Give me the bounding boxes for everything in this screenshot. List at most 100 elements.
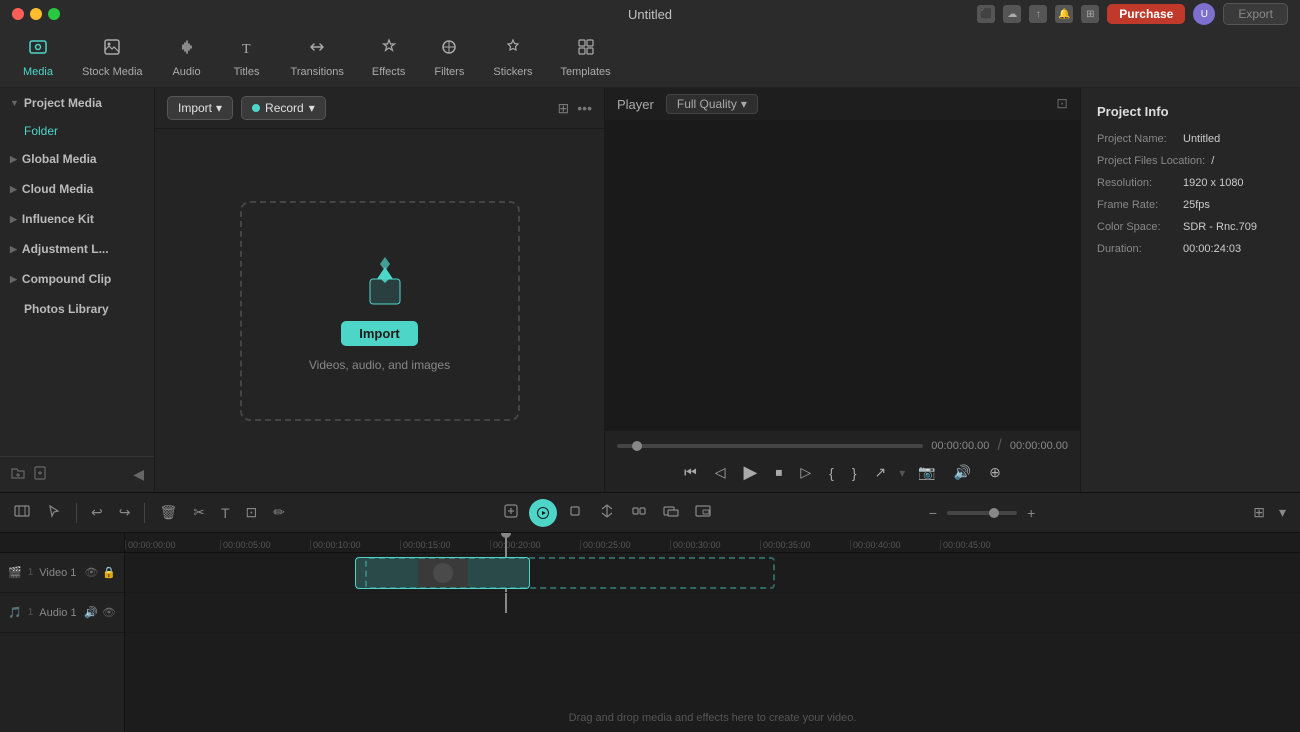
zoom-out-button[interactable]: − [923,501,943,525]
ruler-tick-7: 00:00:35:00 [760,540,850,550]
export-button[interactable]: Export [1223,3,1288,25]
maximize-button[interactable] [48,8,60,20]
audio-track-icon: 🎵 [8,606,22,619]
minimize-button[interactable] [30,8,42,20]
import-button[interactable]: Import ▾ [167,96,233,120]
info-row-location: Project Files Location: / [1097,155,1284,167]
monitor-icon[interactable]: ⬛ [977,5,995,23]
in-point-button[interactable]: { [824,462,839,484]
fullscreen-icon[interactable]: ⊡ [1056,95,1068,111]
stop-button[interactable]: ⏹ [770,461,787,484]
info-label-framerate: Frame Rate: [1097,199,1177,211]
sidebar-item-adjustment[interactable]: ▶ Adjustment L... [0,234,154,264]
filters-icon [439,37,459,62]
overlay-button[interactable] [657,499,685,526]
audio-button[interactable]: 🔊 [949,461,976,484]
sidebar-item-project-media[interactable]: ▼ Project Media [0,88,154,118]
merge-button[interactable] [625,499,653,526]
play-button[interactable]: ▶ [739,459,763,486]
bell-icon[interactable]: 🔔 [1055,5,1073,23]
track-mute-icon[interactable]: 🔊 [84,606,98,619]
zoom-in-button[interactable]: + [1021,501,1041,525]
zoom-track[interactable] [947,511,1017,515]
grid-more-button[interactable]: ▾ [1273,500,1292,525]
toolbar-item-media[interactable]: Media [8,31,68,84]
avatar[interactable]: U [1193,3,1215,25]
insert-button[interactable]: ↗ [870,461,892,484]
audio-track-number: 1 [28,607,34,618]
add-media-button[interactable] [497,499,525,526]
track-eye-icon[interactable]: 👁 [84,566,98,579]
settings-button[interactable]: ⊕ [984,461,1006,484]
close-button[interactable] [12,8,24,20]
toolbar-item-audio[interactable]: Audio [157,31,217,84]
pip-button[interactable] [689,499,717,526]
timeline-scene-btn[interactable] [8,499,36,526]
toolbar-item-effects[interactable]: Effects [358,31,419,84]
delete-button[interactable]: 🗑 [153,500,183,525]
out-point-button[interactable]: } [847,462,862,484]
audio-icon [177,37,197,62]
timeline-tracks[interactable]: Drag and drop media and effects here to … [125,553,1300,732]
toolbar-label-templates: Templates [560,66,610,78]
toolbar-item-titles[interactable]: T Titles [217,31,277,84]
add-folder-icon[interactable] [10,465,26,484]
toolbar-item-stock-media[interactable]: Stock Media [68,31,157,84]
cloud-icon[interactable]: ☁ [1003,5,1021,23]
grid-icon[interactable]: ⊞ [1081,5,1099,23]
toolbar-label-media: Media [23,66,53,78]
more-options-icon[interactable]: ••• [577,100,592,116]
progress-bar[interactable] [617,444,923,448]
timeline-select-btn[interactable] [40,499,68,526]
collapse-sidebar-icon[interactable]: ◀ [133,466,144,483]
frame-back-button[interactable]: ◁ [710,461,731,484]
ruler-tick-1: 00:00:05:00 [220,540,310,550]
ruler-tick-8: 00:00:40:00 [850,540,940,550]
transitions-icon [307,37,327,62]
sidebar-item-influence-kit[interactable]: ▶ Influence Kit [0,204,154,234]
media-icon [28,37,48,62]
timeline-center-controls [497,499,717,527]
project-info-title: Project Info [1097,104,1284,119]
drop-zone-hint: Videos, audio, and images [309,358,450,372]
add-file-icon[interactable] [32,465,48,484]
sidebar-item-cloud-media[interactable]: ▶ Cloud Media [0,174,154,204]
toolbar-label-transitions: Transitions [291,66,344,78]
project-info-panel: Project Info Project Name: Untitled Proj… [1080,88,1300,492]
toolbar-label-titles: Titles [234,66,260,78]
crop-button[interactable]: ⊡ [240,500,264,525]
chevron-down-icon: ▼ [10,98,19,108]
import-label: Import [178,101,212,115]
templates-icon [576,37,596,62]
sidebar-item-photos-library[interactable]: Photos Library [0,294,154,324]
import-drop-button[interactable]: Import [341,321,417,346]
undo-button[interactable]: ↩ [85,500,109,525]
snapshot-button[interactable]: 📷 [913,461,940,484]
split-button[interactable] [593,499,621,526]
toolbar-item-templates[interactable]: Templates [546,31,624,84]
redo-button[interactable]: ↪ [113,500,137,525]
quality-selector[interactable]: Full Quality ▾ [666,94,758,114]
record-button[interactable]: Record ▾ [241,96,326,120]
track-lock-icon[interactable]: 🔒 [102,566,116,579]
skip-back-button[interactable]: ⏮ [679,461,702,484]
player-controls: ⏮ ◁ ▶ ⏹ ▷ { } ↗ ▾ 📷 🔊 ⊕ [617,459,1068,486]
grid-toggle-button[interactable]: ⊞ [1247,500,1271,525]
cut-button[interactable]: ✂ [187,500,211,525]
upload-icon[interactable]: ↑ [1029,5,1047,23]
purchase-button[interactable]: Purchase [1107,4,1185,24]
filter-icon[interactable]: ⊞ [558,100,570,117]
toolbar-item-stickers[interactable]: Stickers [479,31,546,84]
toolbar-item-filters[interactable]: Filters [419,31,479,84]
sidebar-item-compound-clip[interactable]: ▶ Compound Clip [0,264,154,294]
sidebar-item-global-media[interactable]: ▶ Global Media [0,144,154,174]
timeline-stop-button[interactable] [561,499,589,526]
frame-forward-button[interactable]: ▷ [795,461,816,484]
text-button[interactable]: T [215,501,236,525]
timeline-area: ↩ ↪ 🗑 ✂ T ⊡ ✏ [0,492,1300,732]
toolbar-item-transitions[interactable]: Transitions [277,31,358,84]
timeline-play-button[interactable] [529,499,557,527]
track-solo-icon[interactable]: 👁 [102,606,116,619]
sidebar-subitem-folder[interactable]: Folder [0,118,154,144]
draw-button[interactable]: ✏ [267,500,291,525]
